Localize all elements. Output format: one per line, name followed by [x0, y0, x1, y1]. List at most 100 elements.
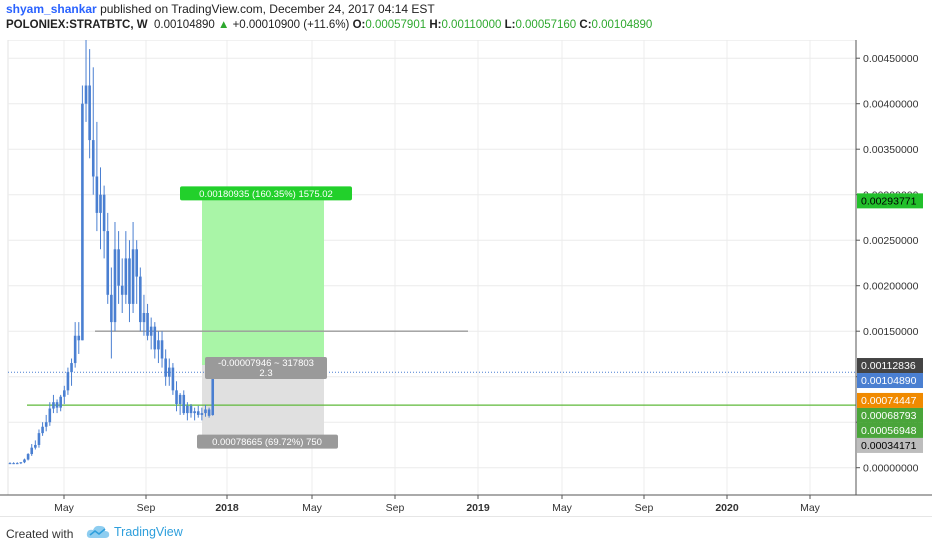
candle-body	[15, 463, 19, 465]
y-tick-label: 0.00000000	[863, 463, 919, 475]
candle-body	[182, 394, 186, 414]
x-tick-label: 2020	[715, 502, 739, 514]
candle-body	[63, 390, 66, 397]
candle-body	[186, 405, 189, 414]
candle-body	[70, 363, 73, 373]
candle-body	[48, 408, 52, 423]
x-tick-label: May	[552, 502, 573, 514]
candle-body	[59, 396, 62, 408]
candle-body	[160, 340, 164, 359]
price-scale-label: 0.00112836	[861, 360, 916, 372]
x-tick-label: 2019	[466, 502, 490, 514]
published-line: shyam_shankar published on TradingView.c…	[6, 2, 435, 16]
high-label: H:	[429, 19, 442, 31]
candle-body	[102, 194, 106, 232]
candle-body	[153, 326, 157, 350]
candle-body	[30, 447, 34, 455]
candle-body	[84, 85, 88, 104]
high-value: 0.00110000	[441, 19, 502, 31]
candle-body	[131, 249, 135, 304]
candle-body	[66, 372, 70, 391]
candle-body	[142, 313, 146, 323]
price-scale-label: 0.00104890	[861, 375, 917, 387]
candle-body	[110, 294, 113, 323]
candle-body	[77, 335, 81, 341]
candle-body	[117, 249, 120, 286]
price-scale-label: 0.00068793	[861, 410, 917, 422]
x-tick-label: Sep	[137, 502, 156, 514]
tradingview-cloud-icon	[86, 525, 110, 538]
candle-body	[37, 433, 41, 445]
candle-body	[196, 411, 200, 415]
candle-body	[73, 335, 77, 364]
candle-body	[95, 176, 99, 213]
candle-body	[19, 462, 23, 464]
candle-body	[167, 367, 171, 377]
x-tick-label: 2018	[215, 502, 239, 514]
candle-body	[139, 276, 142, 323]
x-tick-label: Sep	[635, 502, 654, 514]
y-tick-label: 0.00350000	[863, 144, 919, 156]
created-with-text: Created with	[6, 527, 74, 541]
candle-body	[34, 444, 37, 448]
position-zones	[202, 200, 324, 437]
candle-body	[41, 426, 44, 434]
published-text: published on TradingView.com, December 2…	[100, 2, 435, 16]
candle-body	[189, 405, 193, 414]
x-tick-label: May	[800, 502, 821, 514]
y-tick-label: 0.00250000	[863, 235, 919, 247]
ohlc-line: POLONIEX:STRATBTC, W 0.00104890 ▲ +0.000…	[6, 19, 652, 31]
y-tick-label: 0.00450000	[863, 53, 919, 65]
open-label: O:	[352, 19, 366, 31]
x-tick-label: May	[302, 502, 323, 514]
price-scale-label: 0.00293771	[861, 195, 917, 207]
candle-body	[113, 249, 117, 323]
candle-body	[99, 194, 102, 213]
candle-body	[52, 402, 55, 409]
y-tick-label: 0.00150000	[863, 326, 919, 338]
footer: Created with TradingView	[0, 516, 932, 551]
author-link[interactable]: shyam_shankar	[6, 2, 97, 16]
candle-body	[146, 313, 149, 336]
price-scale-label: 0.00056948	[861, 425, 917, 437]
candle-body	[55, 402, 59, 408]
candle-body	[91, 140, 95, 177]
x-tick-label: Sep	[386, 502, 405, 514]
low-value: 0.00057160	[515, 19, 577, 31]
y-tick-label: 0.00200000	[863, 281, 919, 293]
candle-body	[164, 358, 167, 377]
candle-body	[26, 454, 30, 460]
candle-body	[157, 340, 160, 350]
candle-body	[106, 231, 110, 295]
candle-body	[128, 258, 131, 304]
candle-body	[204, 409, 207, 414]
target-zone	[202, 200, 324, 366]
symbol-label: POLONIEX:STRATBTC, W	[6, 19, 148, 31]
candle-body	[88, 85, 91, 141]
price-scale-label: 0.00034171	[861, 440, 917, 452]
price-scale-label: 0.00074447	[861, 395, 917, 407]
candle-body	[178, 394, 182, 404]
candle-body	[175, 390, 178, 404]
open-value: 0.00057901	[365, 19, 427, 31]
last-price: 0.00104890	[154, 19, 215, 31]
loss-label: 0.00078665 (69.72%) 750	[212, 437, 322, 448]
candle-body	[207, 409, 211, 416]
candle-body	[193, 411, 196, 414]
y-tick-label: 0.00400000	[863, 99, 919, 111]
candle-body	[23, 459, 26, 463]
profit-label: 0.00180935 (160.35%) 1575.02	[199, 189, 333, 200]
candle-body	[8, 463, 12, 465]
tradingview-link[interactable]: TradingView	[86, 525, 183, 539]
candle-body	[149, 326, 153, 336]
candle-body	[135, 249, 138, 277]
candle-body	[124, 258, 128, 295]
x-tick-label: May	[54, 502, 75, 514]
candle-body	[81, 103, 84, 341]
brand-name: TradingView	[114, 525, 183, 539]
up-arrow-icon: ▲	[217, 19, 230, 31]
price-chart[interactable]: 0.00180935 (160.35%) 1575.02-0.00007946 …	[0, 40, 932, 516]
candle-body	[12, 463, 15, 465]
candle-body	[200, 413, 204, 415]
candle-body	[171, 367, 175, 391]
